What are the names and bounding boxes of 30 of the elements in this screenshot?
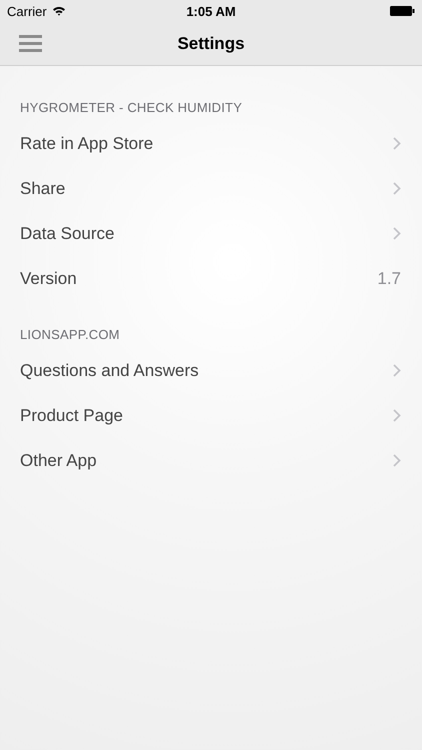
row-label: Share — [20, 178, 66, 198]
settings-row[interactable]: Version 1.7 — [0, 256, 422, 301]
section-header: LIONSAPP.COM — [19, 326, 121, 344]
battery-icon — [390, 6, 415, 16]
row-value: 1.7 — [377, 268, 401, 288]
menu-button[interactable] — [17, 33, 44, 54]
chevron-icon — [393, 364, 401, 377]
settings-row[interactable]: Share — [0, 166, 422, 211]
chevron-icon — [393, 227, 401, 240]
chevron-icon — [393, 137, 401, 150]
carrier-name: Carrier — [7, 4, 47, 18]
menu-icon — [19, 35, 42, 52]
chevron-icon — [393, 182, 401, 195]
chevron-icon — [393, 409, 401, 422]
row-label: Rate in App Store — [20, 134, 154, 154]
chevron-icon — [393, 454, 401, 467]
status-time: 1:05 AM — [186, 4, 236, 18]
row-label: Version — [20, 268, 77, 288]
settings-row[interactable]: Questions and Answers — [0, 348, 422, 393]
row-label: Product Page — [20, 406, 124, 426]
row-label: Questions and Answers — [20, 360, 199, 380]
settings-row[interactable]: Data Source — [0, 211, 422, 256]
screen-title: Settings — [177, 34, 245, 54]
section-header: HYGROMETER - CHECK HUMIDITY — [19, 99, 244, 117]
row-label: Other App — [20, 450, 97, 470]
wifi-icon — [52, 6, 66, 16]
row-label: Data Source — [20, 224, 114, 244]
settings-row[interactable]: Rate in App Store — [0, 121, 422, 166]
settings-row[interactable]: Other App — [0, 438, 422, 483]
settings-row[interactable]: Product Page — [0, 393, 422, 438]
